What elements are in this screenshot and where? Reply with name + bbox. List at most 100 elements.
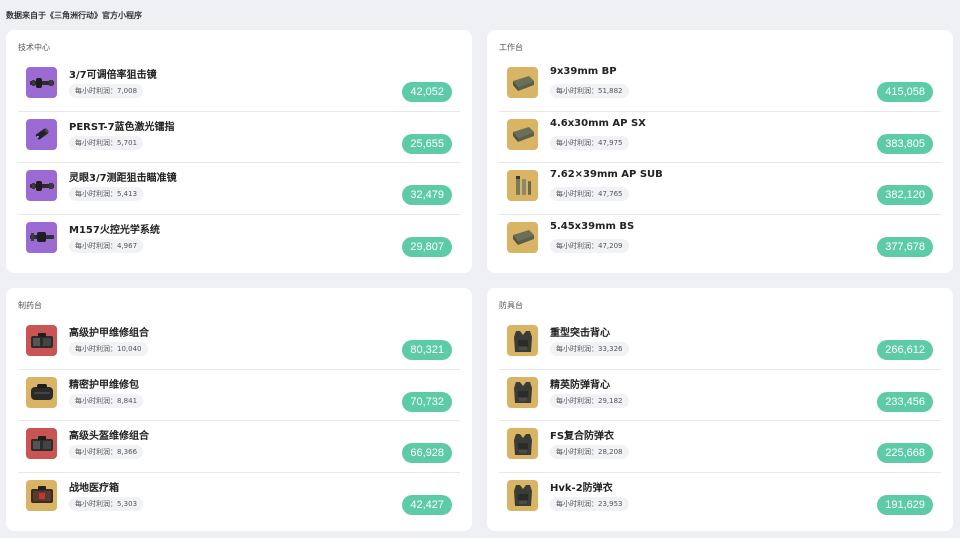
list-item[interactable]: 战地医疗箱每小时利润：5,303 42,427 [18, 473, 460, 525]
hourly-profit-label: 每小时利润： [75, 87, 117, 95]
hourly-profit-tag: 每小时利润：10,040 [69, 342, 148, 356]
hourly-profit-value: 47,975 [598, 138, 623, 147]
laser-icon [26, 118, 57, 150]
item-name: 灵眼3/7测距狙击瞄准镜 [69, 173, 177, 184]
hourly-profit-value: 51,882 [598, 87, 623, 95]
hourly-profit-value: 10,040 [117, 345, 142, 353]
hourly-profit-tag: 每小时利润：28,208 [550, 445, 629, 459]
list-item[interactable]: 精英防弹背心 每小时利润：29,182 233,456 [499, 370, 941, 421]
hourly-profit-label: 每小时利润： [75, 138, 117, 147]
hourly-profit-label: 每小时利润： [75, 241, 117, 250]
panel-title: 技术中心 [18, 43, 50, 52]
value-badge: 70,732 [402, 391, 452, 412]
ammo-box-icon [507, 67, 538, 98]
list-item[interactable]: 高级头盔维修组合 每小时利润：8,366 66,928 [18, 421, 460, 473]
value-badge: 382,120 [877, 185, 933, 205]
value-badge: 225,668 [877, 443, 933, 463]
value-badge: 377,678 [877, 236, 933, 257]
list-item[interactable]: 重型突击背心每小时利润：33,326 266,612 [499, 318, 941, 370]
panel-card: 技术中心 3/7可调倍率狙击镜 每小时利润：7,008 42,052 PERST-7蓝色… [6, 30, 472, 273]
hourly-profit-value: 47,209 [598, 241, 623, 250]
list-item[interactable]: FS复合防弹衣每小时利润：28,208 225,668 [499, 421, 941, 473]
hourly-profit-label: 每小时利润： [556, 396, 598, 405]
hourly-profit-label: 每小时利润： [556, 87, 598, 95]
hourly-profit-value: 29,182 [598, 396, 623, 405]
item-list: 重型突击背心 每小时利润：33,326 266,612 精英防弹背心 每小时利润：29,… [499, 318, 941, 524]
value-badge: 266,612 [877, 340, 933, 360]
hourly-profit-value: 28,208 [598, 448, 623, 456]
item-name: 4.6x30mm AP SX [550, 117, 646, 129]
ammo-box-icon [507, 221, 538, 253]
item-list: 高级护甲维修组合 每小时利润：10,040 80,321 精密护甲维修包 每小时利润：8… [18, 318, 460, 524]
value-badge: 80,321 [402, 340, 452, 360]
list-item[interactable]: 4.6x30mm AP SX 每小时利润：47,975 383,805 [499, 112, 941, 163]
list-item[interactable]: 5.45x39mm BS 每小时利润：47,209 377,678 [499, 215, 941, 267]
hourly-profit-value: 7,008 [117, 87, 138, 95]
value-badge: 29,807 [402, 236, 452, 257]
item-name: 5.45x39mm BS [550, 220, 635, 232]
list-item[interactable]: Hvk-2防弹衣 每小时利润：23,953 191,629 [499, 473, 941, 525]
vest-icon [507, 325, 538, 356]
hourly-profit-tag: 每小时利润：4,967 [69, 238, 144, 253]
hourly-profit-value: 23,953 [598, 499, 623, 508]
panel-card: 工作台 9x39mm BP 每小时利润：51,882 415,058 4.6x30mm … [487, 30, 953, 273]
hourly-profit-tag: 每小时利润：5,701 [69, 135, 144, 150]
hourly-profit-label: 每小时利润： [556, 241, 598, 250]
vest-icon [507, 428, 538, 459]
hourly-profit-tag: 每小时利润：5,303 [69, 496, 144, 511]
item-name: 3/7可调倍率狙击镜 [69, 70, 157, 81]
value-badge: 383,805 [877, 133, 933, 154]
value-badge: 42,052 [402, 82, 452, 102]
list-item[interactable]: 7.62×39mm AP SUB 每小时利润：47,765 382,120 [499, 163, 941, 215]
source-note: 数据来自于《三角洲行动》官方小程序 [6, 11, 142, 20]
panel-title: 工作台 [499, 43, 523, 52]
item-name: 重型突击背心 [550, 328, 610, 339]
hourly-profit-tag: 每小时利润：8,841 [69, 393, 144, 408]
hourly-profit-tag: 每小时利润：33,326 [550, 342, 629, 356]
hourly-profit-label: 每小时利润： [556, 138, 598, 147]
value-badge: 415,058 [877, 82, 933, 102]
list-item[interactable]: PERST-7蓝色激光镭指 每小时利润：5,701 25,655 [18, 112, 460, 163]
hourly-profit-tag: 每小时利润：29,182 [550, 393, 629, 408]
panel-card: 制药台 高级护甲维修组合 每小时利润：10,040 80,321 精密护甲维修包 每小时利… [6, 288, 472, 531]
hourly-profit-label: 每小时利润： [75, 448, 117, 456]
hourly-profit-value: 5,413 [117, 190, 138, 198]
list-item[interactable]: 9x39mm BP 每小时利润：51,882 415,058 [499, 60, 941, 112]
value-badge: 233,456 [877, 391, 933, 412]
ammo-box-icon [507, 118, 538, 150]
hourly-profit-value: 5,701 [117, 138, 138, 147]
vest-icon [507, 479, 538, 511]
value-badge: 66,928 [402, 443, 452, 463]
hourly-profit-tag: 每小时利润：8,366 [69, 445, 144, 459]
list-item[interactable]: 高级护甲维修组合 每小时利润：10,040 80,321 [18, 318, 460, 370]
panel-title: 防具台 [499, 301, 523, 310]
fire-control-icon [26, 221, 57, 253]
value-badge: 191,629 [877, 494, 933, 515]
hourly-profit-value: 8,366 [117, 448, 138, 456]
list-item[interactable]: 3/7可调倍率狙击镜 每小时利润：7,008 42,052 [18, 60, 460, 112]
ammo-rounds-icon [507, 170, 538, 201]
repair-bag-icon [26, 376, 57, 408]
hourly-profit-label: 每小时利润： [556, 190, 598, 198]
list-item[interactable]: M157火控光学系统 每小时利润：4,967 29,807 [18, 215, 460, 267]
item-list: 3/7可调倍率狙击镜 每小时利润：7,008 42,052 PERST-7蓝色激光镭指… [18, 60, 460, 266]
repair-kit-icon [26, 325, 57, 356]
hourly-profit-label: 每小时利润： [75, 499, 117, 508]
list-item[interactable]: 灵眼3/7测距狙击瞄准镜每小时利润：5,413 32,479 [18, 163, 460, 215]
item-name: 战地医疗箱 [69, 482, 119, 494]
item-name: FS复合防弹衣 [550, 431, 615, 442]
item-name: 高级护甲维修组合 [69, 328, 149, 339]
item-list: 9x39mm BP 每小时利润：51,882 415,058 4.6x30mm AP … [499, 60, 941, 266]
hourly-profit-value: 8,841 [117, 396, 138, 405]
hourly-profit-label: 每小时利润： [556, 345, 598, 353]
list-item[interactable]: 精密护甲维修包 每小时利润：8,841 70,732 [18, 370, 460, 421]
hourly-profit-label: 每小时利润： [75, 345, 117, 353]
hourly-profit-label: 每小时利润： [75, 190, 117, 198]
value-badge: 32,479 [402, 185, 452, 205]
value-badge: 42,427 [402, 494, 452, 515]
hourly-profit-label: 每小时利润： [556, 448, 598, 456]
medical-case-icon [26, 479, 57, 511]
hourly-profit-tag: 每小时利润：23,953 [550, 496, 629, 511]
item-name: M157火控光学系统 [69, 224, 160, 236]
hourly-profit-tag: 每小时利润：7,008 [69, 84, 144, 98]
